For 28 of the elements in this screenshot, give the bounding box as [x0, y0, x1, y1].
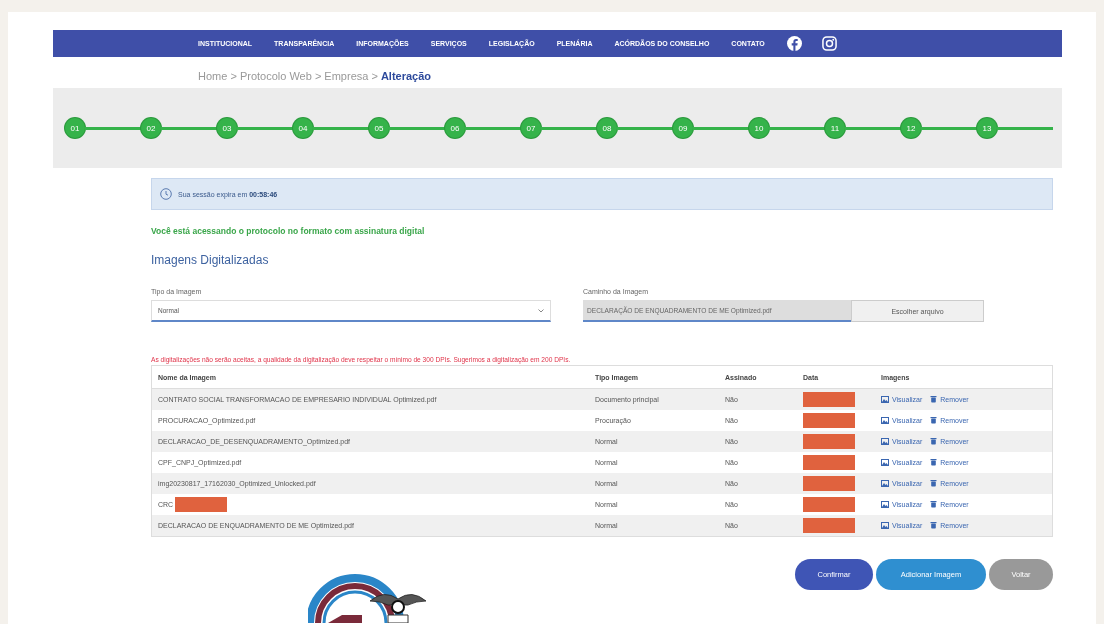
facebook-icon[interactable]: [786, 36, 802, 51]
trash-icon: [930, 437, 938, 445]
redaction-block: [803, 434, 855, 449]
redaction-block: [803, 455, 855, 470]
section-title: Imagens Digitalizadas: [151, 253, 270, 267]
image-icon: [881, 438, 889, 445]
image-icon: [881, 417, 889, 424]
image-icon: [881, 459, 889, 466]
image-icon: [881, 501, 889, 508]
instagram-icon[interactable]: [821, 36, 837, 51]
trash-icon: [930, 479, 938, 487]
caret-icon: [538, 308, 544, 313]
image-icon: [881, 480, 889, 487]
redaction-block: [803, 413, 855, 428]
clock-icon: [160, 188, 172, 200]
trash-icon: [930, 500, 938, 508]
redaction-block: [803, 497, 855, 512]
breadcrumb: Home > Protocolo Web > Empresa > Alteração: [197, 69, 433, 84]
redaction-block: [803, 518, 855, 533]
trash-icon: [930, 395, 938, 403]
redaction-block: [803, 392, 855, 407]
trash-icon: [930, 521, 938, 529]
trash-icon: [930, 416, 938, 424]
image-icon: [881, 396, 889, 403]
trash-icon: [930, 458, 938, 466]
image-icon: [881, 522, 889, 529]
signature-notice: Você está acessando o protocolo no formato com assinatura digital: [151, 226, 426, 236]
redaction-block: [803, 476, 855, 491]
